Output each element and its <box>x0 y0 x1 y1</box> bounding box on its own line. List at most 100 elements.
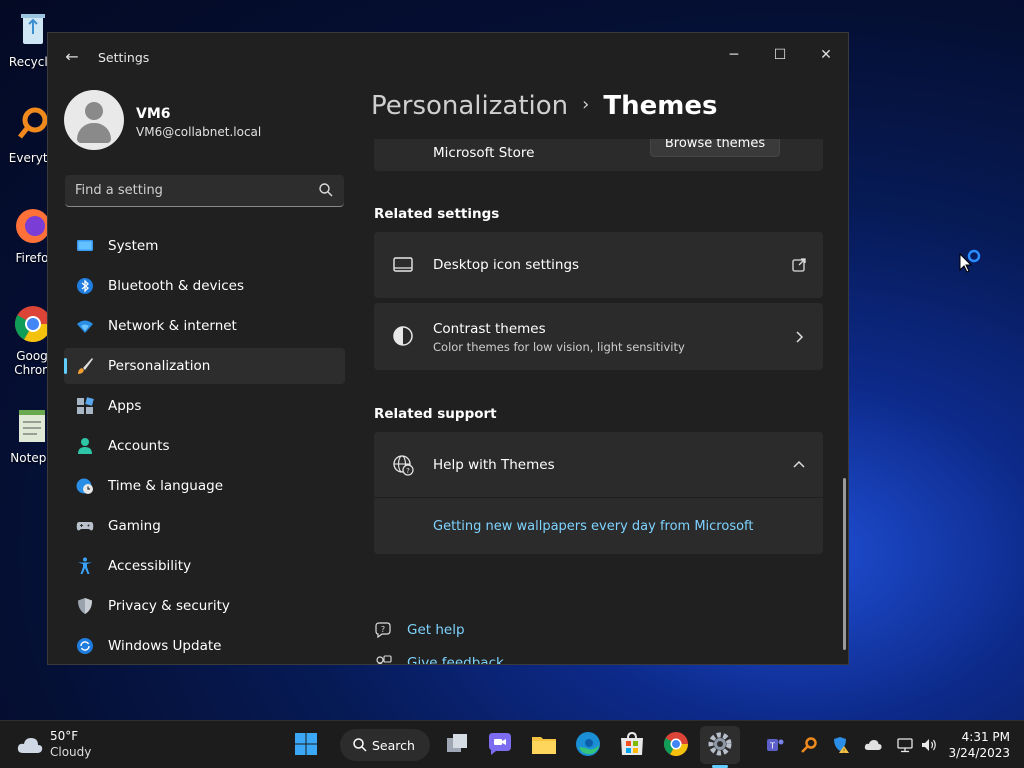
svg-text:T: T <box>769 742 775 751</box>
start-icon[interactable] <box>292 730 320 758</box>
weather-widget[interactable]: 50°F Cloudy <box>16 729 116 763</box>
security-warning-icon[interactable]: ! <box>832 736 850 754</box>
content-scrollbar[interactable] <box>843 478 846 650</box>
nav-item-time-language[interactable]: Time & language <box>64 468 345 504</box>
settings-nav: System Bluetooth & devices Network & int… <box>64 228 345 664</box>
file-explorer-icon[interactable] <box>530 730 558 758</box>
nav-item-label: Gaming <box>108 518 161 534</box>
nav-item-label: Windows Update <box>108 638 222 654</box>
microsoft-store-card: Microsoft Store Browse themes <box>374 139 823 171</box>
clock-time: 4:31 PM <box>961 730 1010 744</box>
close-button[interactable]: ✕ <box>803 39 848 71</box>
help-with-themes-header[interactable]: ? Help with Themes <box>374 432 823 498</box>
nav-item-label: Bluetooth & devices <box>108 278 245 294</box>
related-settings-heading: Related settings <box>374 206 500 222</box>
taskbar-search[interactable]: Search <box>340 729 430 761</box>
everything-search-icon[interactable] <box>800 736 818 754</box>
get-help-label: Get help <box>407 622 465 638</box>
onedrive-icon[interactable] <box>864 736 882 754</box>
contrast-themes-card[interactable]: Contrast themes Color themes for low vis… <box>374 303 823 370</box>
svg-text:?: ? <box>381 625 385 634</box>
nav-item-label: Accounts <box>108 438 170 454</box>
system-clock[interactable]: 4:31 PM 3/24/2023 <box>948 729 1010 761</box>
nav-item-label: Network & internet <box>108 318 237 334</box>
nav-item-windows-update[interactable]: Windows Update <box>64 628 345 664</box>
nav-item-privacy-security[interactable]: Privacy & security <box>64 588 345 624</box>
search-icon <box>319 183 333 197</box>
search-input[interactable] <box>65 175 305 205</box>
card-title: Desktop icon settings <box>433 257 580 273</box>
browse-themes-button[interactable]: Browse themes <box>650 139 780 157</box>
wallpapers-help-link[interactable]: Getting new wallpapers every day from Mi… <box>433 519 754 534</box>
svg-text:!: ! <box>843 749 845 755</box>
give-feedback-link[interactable]: Give feedback <box>374 652 674 664</box>
network-icon[interactable] <box>896 736 914 754</box>
gamepad-icon <box>76 522 94 531</box>
find-setting-search <box>65 175 344 207</box>
feedback-icon <box>376 655 392 664</box>
card-title: Contrast themes <box>433 321 546 337</box>
nav-item-network[interactable]: Network & internet <box>64 308 345 344</box>
card-title: Microsoft Store <box>433 145 535 161</box>
busy-cursor-icon <box>959 249 981 273</box>
nav-item-accessibility[interactable]: Accessibility <box>64 548 345 584</box>
nav-item-label: Time & language <box>108 478 224 494</box>
breadcrumb: Personalization › Themes <box>371 91 717 121</box>
desktop-icon <box>393 257 413 272</box>
settings-gear-icon[interactable] <box>706 730 734 758</box>
apps-icon <box>77 397 94 414</box>
app-title: Settings <box>98 50 150 65</box>
weather-temp: 50°F <box>50 729 79 743</box>
nav-item-personalization[interactable]: Personalization <box>64 348 345 384</box>
nav-item-label: Personalization <box>108 358 211 374</box>
weather-desc: Cloudy <box>50 745 92 759</box>
brush-icon <box>78 358 93 374</box>
task-view-icon[interactable] <box>443 730 471 758</box>
related-support-heading: Related support <box>374 406 497 422</box>
breadcrumb-separator: › <box>582 94 590 115</box>
nav-item-gaming[interactable]: Gaming <box>64 508 345 544</box>
accessibility-icon <box>78 557 92 574</box>
bluetooth-icon <box>77 278 93 294</box>
wifi-icon <box>77 320 93 333</box>
user-profile[interactable]: VM6 VM6@collabnet.local <box>64 90 354 152</box>
desktop-icon-settings-card[interactable]: Desktop icon settings <box>374 232 823 298</box>
taskbar-search-label: Search <box>372 738 415 753</box>
card-title: Help with Themes <box>433 457 555 473</box>
globe-clock-icon <box>76 478 93 494</box>
store-icon[interactable] <box>618 730 646 758</box>
volume-icon[interactable] <box>920 736 938 754</box>
teams-icon[interactable]: T <box>766 736 784 754</box>
back-button[interactable]: ← <box>62 47 82 67</box>
search-icon <box>353 738 367 752</box>
breadcrumb-parent[interactable]: Personalization <box>371 91 568 121</box>
system-icon <box>77 240 93 251</box>
nav-item-bluetooth[interactable]: Bluetooth & devices <box>64 268 345 304</box>
get-help-link[interactable]: ? Get help <box>374 619 674 643</box>
nav-item-label: Apps <box>108 398 142 414</box>
title-bar: ← Settings ─ ☐ ✕ <box>48 33 848 81</box>
nav-item-apps[interactable]: Apps <box>64 388 345 424</box>
edge-icon[interactable] <box>574 730 602 758</box>
content-pane: Microsoft Store Browse themes Related se… <box>374 139 824 664</box>
avatar <box>64 90 124 150</box>
nav-item-system[interactable]: System <box>64 228 345 264</box>
chat-icon[interactable] <box>486 730 514 758</box>
chevron-up-icon <box>793 460 805 468</box>
user-name: VM6 <box>136 106 171 122</box>
give-feedback-label: Give feedback <box>407 655 504 664</box>
minimize-button[interactable]: ─ <box>711 39 757 71</box>
contrast-icon <box>393 326 413 346</box>
svg-text:?: ? <box>406 467 410 475</box>
chrome-icon[interactable] <box>662 730 690 758</box>
clock-date: 3/24/2023 <box>948 746 1010 760</box>
help-with-themes-card: ? Help with Themes Getting new wallpaper… <box>374 432 823 554</box>
maximize-button[interactable]: ☐ <box>757 39 803 71</box>
shield-icon <box>78 598 92 614</box>
nav-item-label: Accessibility <box>108 558 192 574</box>
nav-item-label: System <box>108 238 159 254</box>
chevron-right-icon <box>796 331 804 343</box>
help-icon: ? <box>375 622 391 639</box>
nav-item-accounts[interactable]: Accounts <box>64 428 345 464</box>
account-icon <box>78 438 92 454</box>
